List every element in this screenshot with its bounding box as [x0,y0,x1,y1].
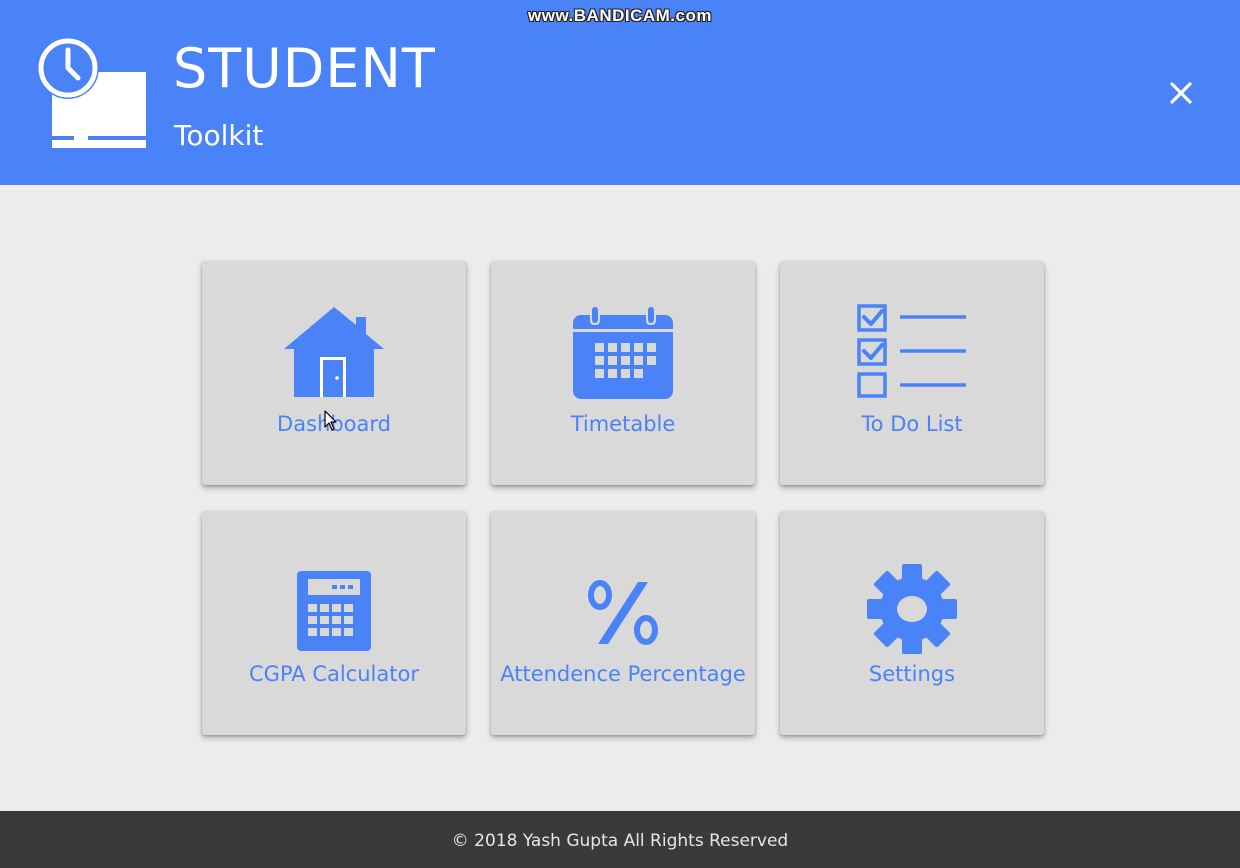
app-title: STUDENT [173,37,436,100]
calculator-icon [297,571,371,651]
tile-settings[interactable]: Settings [780,511,1044,735]
tile-timetable[interactable]: Timetable [491,261,755,485]
app-footer: © 2018 Yash Gupta All Rights Reserved [0,811,1240,868]
tools-grid: Dashboard Timetable To Do List CGPA Calc… [202,261,1044,737]
tile-dashboard[interactable]: Dashboard [202,261,466,485]
tile-label: Attendence Percentage [500,662,746,686]
tile-label: CGPA Calculator [249,662,419,686]
app-header: www.BANDICAM.com STUDENT Toolkit [0,0,1240,185]
tile-cgpa-calculator[interactable]: CGPA Calculator [202,511,466,735]
percent-icon [588,580,658,645]
mouse-cursor-icon [324,410,337,431]
house-icon [284,307,384,397]
clock-computer-icon [37,38,146,148]
tile-attendence-percentage[interactable]: Attendence Percentage [491,511,755,735]
tile-label: Settings [868,662,956,686]
gear-icon [867,564,957,654]
recorder-watermark: www.BANDICAM.com [528,6,712,25]
tile-label: Timetable [570,412,676,436]
checklist-icon [857,304,966,398]
app-subtitle: Toolkit [174,119,264,152]
tile-label: To Do List [861,412,963,436]
close-icon[interactable] [1162,74,1200,112]
calendar-icon [573,305,673,399]
tile-to-do-list[interactable]: To Do List [780,261,1044,485]
copyright-text: © 2018 Yash Gupta All Rights Reserved [451,831,789,851]
